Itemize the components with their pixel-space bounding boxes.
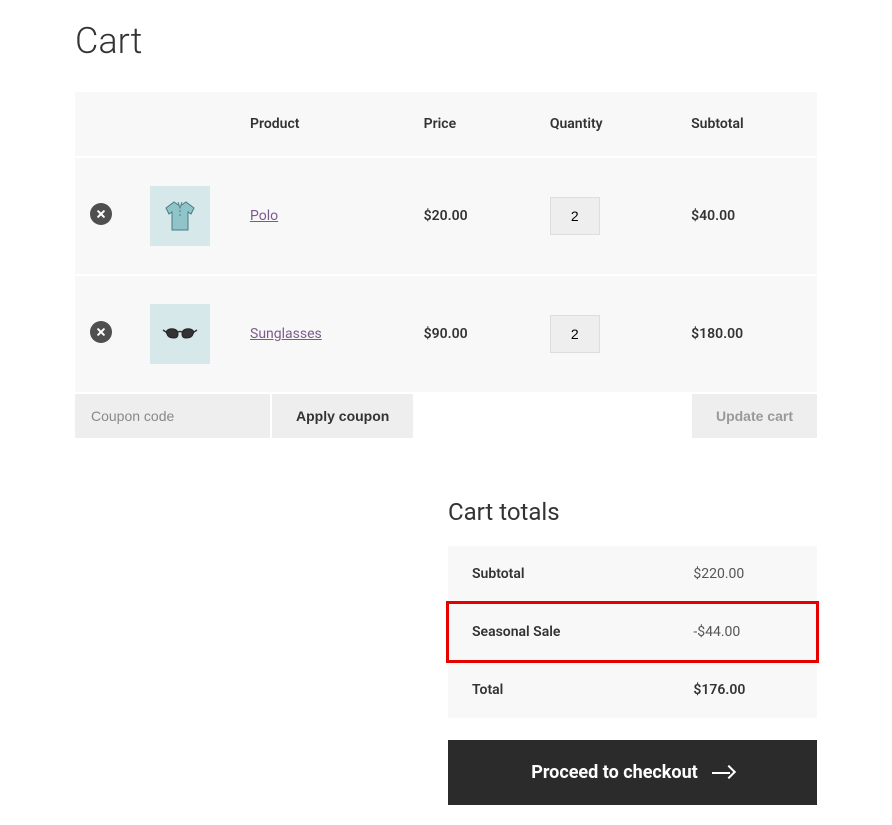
apply-coupon-button[interactable]: Apply coupon (272, 394, 413, 438)
product-link[interactable]: Polo (250, 208, 278, 224)
col-header-quantity: Quantity (535, 92, 676, 157)
remove-item-button[interactable] (90, 203, 112, 225)
product-link[interactable]: Sunglasses (250, 326, 322, 342)
product-thumbnail[interactable] (150, 304, 210, 364)
col-header-subtotal: Subtotal (676, 92, 817, 157)
subtotal-cell: $180.00 (691, 326, 743, 342)
totals-discount-row: Seasonal Sale -$44.00 (448, 603, 817, 661)
totals-subtotal-row: Subtotal $220.00 (448, 546, 817, 603)
update-cart-button[interactable]: Update cart (692, 394, 817, 438)
quantity-input[interactable] (550, 197, 600, 235)
table-row: Sunglasses $90.00 $180.00 (75, 275, 817, 392)
product-thumbnail[interactable] (150, 186, 210, 246)
checkout-button-label: Proceed to checkout (531, 762, 698, 783)
totals-total-row: Total $176.00 (448, 661, 817, 719)
col-header-product: Product (235, 92, 409, 157)
price-cell: $20.00 (424, 208, 468, 224)
coupon-input[interactable] (75, 394, 270, 438)
col-header-remove (75, 92, 135, 157)
sunglasses-icon (160, 314, 200, 354)
col-header-thumb (135, 92, 235, 157)
remove-item-button[interactable] (90, 321, 112, 343)
coupon-row: Apply coupon Update cart (75, 394, 817, 438)
totals-discount-value: -$44.00 (669, 603, 817, 661)
totals-total-value: $176.00 (669, 661, 817, 719)
proceed-to-checkout-button[interactable]: Proceed to checkout (448, 740, 817, 805)
polo-shirt-icon (160, 196, 200, 236)
page-title: Cart (75, 20, 817, 62)
totals-subtotal-label: Subtotal (448, 546, 669, 603)
quantity-input[interactable] (550, 315, 600, 353)
subtotal-cell: $40.00 (691, 208, 735, 224)
totals-total-label: Total (448, 661, 669, 719)
cart-totals-title: Cart totals (448, 498, 817, 526)
arrow-right-icon (712, 767, 734, 779)
totals-discount-label: Seasonal Sale (448, 603, 669, 661)
totals-table: Subtotal $220.00 Seasonal Sale -$44.00 T… (448, 546, 817, 720)
col-header-price: Price (409, 92, 535, 157)
cart-table: Product Price Quantity Subtotal (75, 92, 817, 392)
totals-subtotal-value: $220.00 (669, 546, 817, 603)
price-cell: $90.00 (424, 326, 468, 342)
table-row: Polo $20.00 $40.00 (75, 157, 817, 275)
cart-totals-section: Cart totals Subtotal $220.00 Seasonal Sa… (448, 498, 817, 805)
